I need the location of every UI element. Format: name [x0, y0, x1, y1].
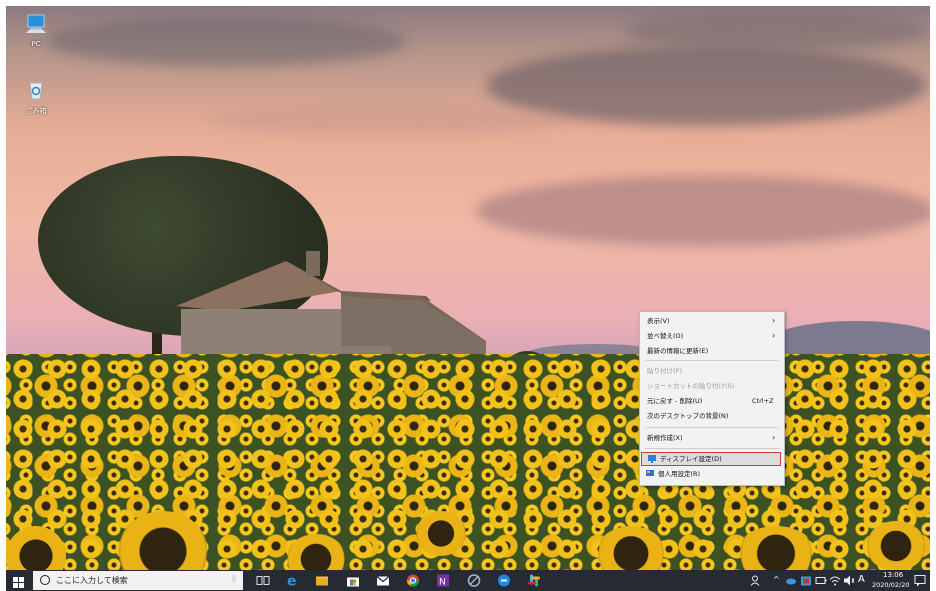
menu-item-display-settings[interactable]: ディスプレイ設定(D): [641, 452, 781, 466]
chevron-right-icon: ›: [772, 433, 776, 442]
store-icon[interactable]: [346, 573, 360, 588]
clock-time[interactable]: 13:06: [883, 571, 903, 579]
sunflower: [866, 521, 926, 570]
sunflower: [416, 511, 466, 556]
chevron-right-icon: ›: [772, 316, 776, 325]
menu-item-label: 貼り付け(P): [647, 367, 682, 375]
onenote-icon[interactable]: N: [436, 573, 450, 588]
mail-icon[interactable]: [376, 573, 390, 588]
slack-icon[interactable]: [527, 573, 541, 588]
menu-separator: [645, 427, 779, 428]
personalize-icon: [646, 470, 654, 476]
teams-icon[interactable]: [497, 573, 511, 588]
cloud: [476, 176, 930, 246]
menu-item-view[interactable]: 表示(V) ›: [640, 315, 784, 327]
cloud: [486, 46, 926, 126]
desktop-icon-label: PC: [31, 40, 41, 48]
menu-item-paste-shortcut[interactable]: ショートカットの貼り付け(S): [640, 380, 784, 392]
menu-item-label: 表示(V): [647, 317, 670, 325]
cortana-icon: [40, 575, 50, 585]
onedrive-icon[interactable]: [785, 573, 797, 588]
menu-item-sort[interactable]: 並べ替え(O) ›: [640, 330, 784, 342]
wifi-icon[interactable]: [829, 573, 841, 588]
recycle-bin-icon: [29, 82, 43, 100]
menu-item-shortcut: Ctrl+Z: [752, 397, 774, 405]
menu-item-label: 最新の情報に更新(E): [647, 347, 709, 355]
taskbar-search-box[interactable]: ここに入力して検索: [33, 571, 243, 590]
desktop[interactable]: PC ごみ箱 表示(V) › 並べ替え(O) › 最新の情報に更新(E) 貼り付…: [6, 6, 930, 570]
menu-item-label: 元に戻す - 削除(U): [647, 397, 703, 405]
svg-text:e: e: [287, 574, 297, 589]
desktop-icon-pc[interactable]: PC: [16, 14, 56, 48]
battery-icon[interactable]: [815, 573, 827, 588]
menu-item-label: ショートカットの貼り付け(S): [647, 382, 735, 390]
menu-separator: [645, 448, 779, 449]
desktop-context-menu: 表示(V) › 並べ替え(O) › 最新の情報に更新(E) 貼り付け(P) ショ…: [639, 311, 785, 486]
clock-date[interactable]: 2020/02/20: [872, 581, 909, 589]
menu-item-label: 次のデスクトップの背景(N): [647, 412, 729, 420]
menu-item-new[interactable]: 新規作成(X) ›: [640, 432, 784, 444]
people-icon[interactable]: [750, 573, 762, 588]
edge-icon[interactable]: e: [286, 573, 300, 589]
menu-item-personalize[interactable]: 個人用設定(R): [640, 468, 784, 480]
task-view-icon[interactable]: [256, 573, 270, 588]
chevron-up-icon[interactable]: ^: [773, 575, 780, 584]
chevron-right-icon: ›: [772, 331, 776, 340]
ime-indicator[interactable]: A: [858, 574, 865, 585]
cloud: [46, 16, 406, 66]
notification-icon[interactable]: [914, 573, 926, 588]
menu-item-refresh[interactable]: 最新の情報に更新(E): [640, 345, 784, 357]
menu-separator: [645, 360, 779, 361]
computer-icon: [26, 14, 46, 33]
microphone-icon[interactable]: [230, 573, 238, 588]
menu-item-label: ディスプレイ設定(D): [660, 455, 722, 463]
menu-item-label: 個人用設定(R): [658, 470, 701, 478]
menu-item-paste[interactable]: 貼り付け(P): [640, 365, 784, 377]
desktop-icon-label: ごみ箱: [25, 107, 47, 115]
taskbar: ここに入力して検索 e N ^ A 13:06 2020/02/20: [6, 570, 930, 591]
menu-item-label: 並べ替え(O): [647, 332, 684, 340]
desktop-icon-recycle-bin[interactable]: ごみ箱: [16, 80, 56, 116]
svg-text:N: N: [439, 578, 446, 588]
search-placeholder: ここに入力して検索: [56, 576, 128, 585]
file-explorer-icon[interactable]: [315, 573, 329, 588]
tray-app-icon[interactable]: [800, 573, 812, 588]
cloud: [206, 106, 566, 136]
chrome-icon[interactable]: [406, 573, 420, 588]
windows-start-icon[interactable]: [13, 575, 24, 590]
app-icon[interactable]: [467, 573, 481, 588]
display-settings-icon: [648, 455, 656, 463]
cloud: [626, 11, 926, 51]
menu-item-next-background[interactable]: 次のデスクトップの背景(N): [640, 410, 784, 422]
volume-icon[interactable]: [843, 573, 855, 588]
menu-item-label: 新規作成(X): [647, 434, 683, 442]
menu-item-undo-delete[interactable]: 元に戻す - 削除(U) Ctrl+Z: [640, 395, 784, 407]
